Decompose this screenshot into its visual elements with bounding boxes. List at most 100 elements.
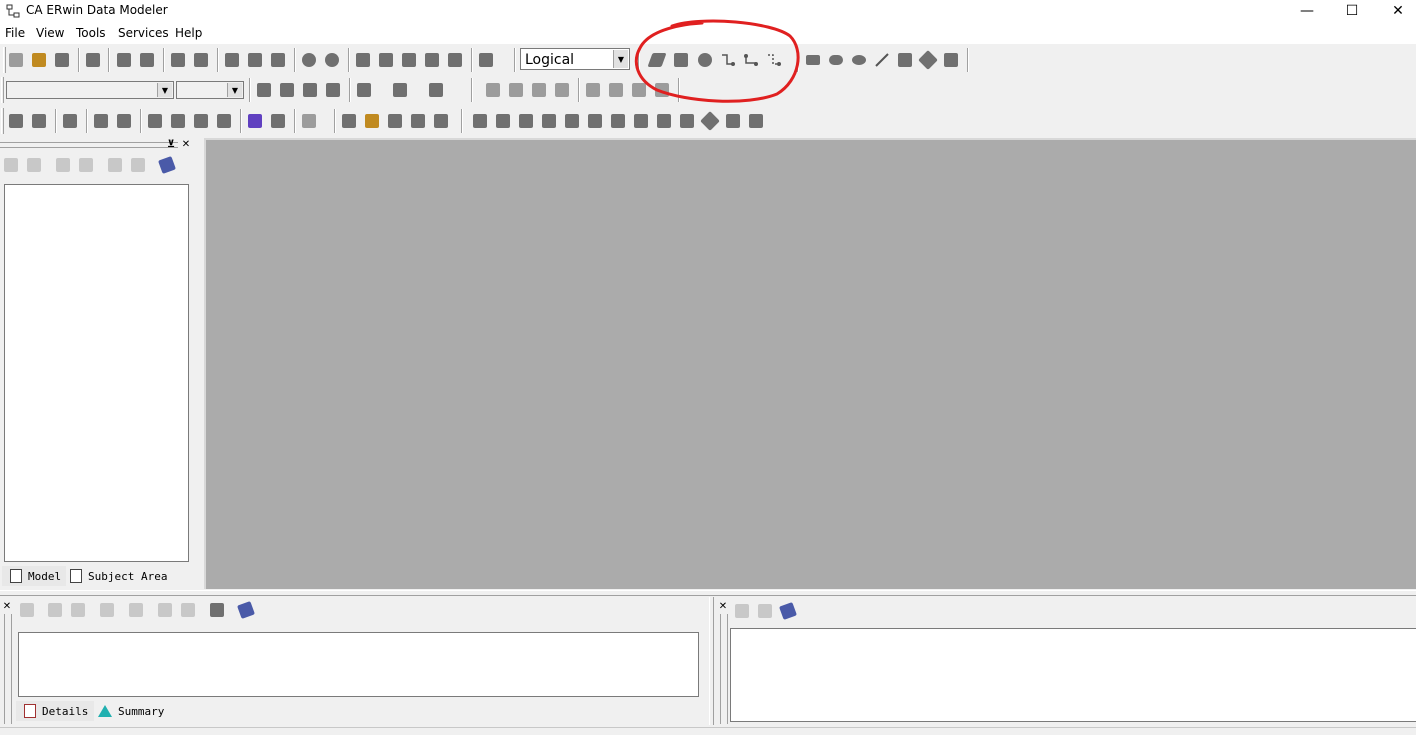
layout-circular-icon[interactable] — [542, 114, 556, 128]
find-icon[interactable] — [48, 603, 62, 617]
space-vertical-icon[interactable] — [609, 83, 623, 97]
align-left-icon[interactable] — [555, 83, 569, 97]
forward-engineer-icon[interactable] — [9, 114, 23, 128]
filter-funnel-icon[interactable] — [210, 603, 224, 617]
font-size-select[interactable]: ▼ — [176, 81, 244, 99]
model-level-icon[interactable] — [479, 53, 493, 67]
notes-icon[interactable] — [680, 114, 694, 128]
report-icon[interactable] — [248, 114, 262, 128]
copy-icon[interactable] — [194, 53, 208, 67]
zoom-out-icon[interactable] — [379, 53, 393, 67]
minimize-button[interactable]: — — [1284, 0, 1330, 22]
toolbar-grip[interactable] — [3, 47, 6, 73]
paste-icon[interactable] — [225, 53, 239, 67]
sort-down-icon[interactable] — [611, 114, 625, 128]
text-block-tool-icon[interactable] — [918, 50, 938, 70]
menu-file[interactable]: File — [5, 26, 25, 40]
model-tree[interactable] — [4, 184, 189, 562]
print-icon[interactable] — [86, 53, 100, 67]
undo-icon[interactable] — [158, 603, 172, 617]
italic-icon[interactable] — [280, 83, 294, 97]
collapse-icon[interactable] — [20, 603, 34, 617]
font-color-icon[interactable] — [357, 83, 371, 97]
forward-icon[interactable] — [27, 158, 41, 172]
circle-tool-icon[interactable] — [302, 53, 316, 67]
layout-columns-icon[interactable] — [565, 114, 579, 128]
pin-icon[interactable] — [749, 114, 763, 128]
align-bottom-icon[interactable] — [532, 83, 546, 97]
undo-icon[interactable] — [248, 53, 262, 67]
domain-icon[interactable] — [94, 114, 108, 128]
database-icon[interactable] — [302, 114, 316, 128]
find-icon[interactable] — [108, 158, 122, 172]
cut-icon[interactable] — [171, 53, 185, 67]
tab-model[interactable]: Model — [2, 566, 66, 586]
close-button[interactable]: ✕ — [1375, 0, 1416, 22]
reverse-engineer-icon[interactable] — [140, 53, 154, 67]
layout-hierarchy-icon[interactable] — [496, 114, 510, 128]
line-tool-icon[interactable] — [875, 53, 889, 67]
menu-help[interactable]: Help — [175, 26, 202, 40]
bookmark-icon[interactable] — [217, 114, 231, 128]
rectangle-tool-icon[interactable] — [806, 55, 820, 65]
details-list[interactable] — [18, 632, 699, 697]
menu-services[interactable]: Services — [118, 26, 169, 40]
underline-icon[interactable] — [303, 83, 317, 97]
sort-up-icon[interactable] — [634, 114, 648, 128]
close-icon[interactable]: ✕ — [2, 602, 12, 612]
tool-icon[interactable] — [365, 114, 379, 128]
bold-icon[interactable] — [257, 83, 271, 97]
font-name-select[interactable]: ▼ — [6, 81, 174, 99]
horizontal-splitter[interactable] — [0, 590, 1416, 596]
back-icon[interactable] — [4, 158, 18, 172]
user-icon[interactable] — [271, 114, 285, 128]
new-model-icon[interactable] — [9, 53, 23, 67]
menu-view[interactable]: View — [36, 26, 64, 40]
image-tool-icon[interactable] — [944, 53, 958, 67]
maximize-button[interactable]: ☐ — [1329, 0, 1375, 22]
list-icon[interactable] — [758, 604, 772, 618]
shape-tool-icon[interactable] — [898, 53, 912, 67]
open-model-icon[interactable] — [32, 53, 46, 67]
merge-icon[interactable] — [148, 114, 162, 128]
validation-icon[interactable] — [117, 114, 131, 128]
strikeout-icon[interactable] — [326, 83, 340, 97]
align-top-icon[interactable] — [486, 83, 500, 97]
eraser-icon[interactable] — [237, 601, 255, 619]
zoom-fit-icon[interactable] — [402, 53, 416, 67]
eraser-icon[interactable] — [158, 156, 176, 174]
list-icon[interactable] — [100, 603, 114, 617]
filter-icon[interactable] — [71, 603, 85, 617]
layout-tree-icon[interactable] — [473, 114, 487, 128]
reverse-engineer-icon[interactable] — [32, 114, 46, 128]
filter-icon[interactable] — [131, 158, 145, 172]
align-middle-icon[interactable] — [509, 83, 523, 97]
model-icon[interactable] — [411, 114, 425, 128]
properties-icon[interactable] — [129, 603, 143, 617]
layout-orthogonal-icon[interactable] — [519, 114, 533, 128]
save-icon[interactable] — [55, 53, 69, 67]
menu-tools[interactable]: Tools — [76, 26, 106, 40]
diamond-icon[interactable] — [700, 111, 720, 131]
lock-icon[interactable] — [63, 114, 77, 128]
refresh-icon[interactable] — [171, 114, 185, 128]
fill-color-icon[interactable] — [393, 83, 407, 97]
sql-icon[interactable] — [434, 114, 448, 128]
diagram-canvas[interactable] — [204, 138, 1416, 589]
chevron-down-icon[interactable]: ▼ — [613, 50, 628, 68]
complete-compare-icon[interactable] — [117, 53, 131, 67]
rounded-rectangle-tool-icon[interactable] — [829, 55, 843, 65]
panel-grip[interactable] — [0, 142, 178, 148]
search-icon[interactable] — [194, 114, 208, 128]
pane-grip[interactable] — [720, 614, 728, 724]
chevron-down-icon[interactable]: ▼ — [157, 83, 172, 97]
zoom-actual-icon[interactable] — [425, 53, 439, 67]
close-icon[interactable]: ✕ — [718, 602, 728, 612]
document-icon[interactable] — [735, 604, 749, 618]
eraser-icon[interactable] — [779, 602, 797, 620]
vertical-splitter[interactable] — [709, 597, 714, 725]
delete-icon[interactable] — [79, 158, 93, 172]
tab-details[interactable]: Details — [16, 701, 94, 721]
properties-icon[interactable] — [56, 158, 70, 172]
pin-icon[interactable]: ⊻ — [166, 140, 176, 150]
